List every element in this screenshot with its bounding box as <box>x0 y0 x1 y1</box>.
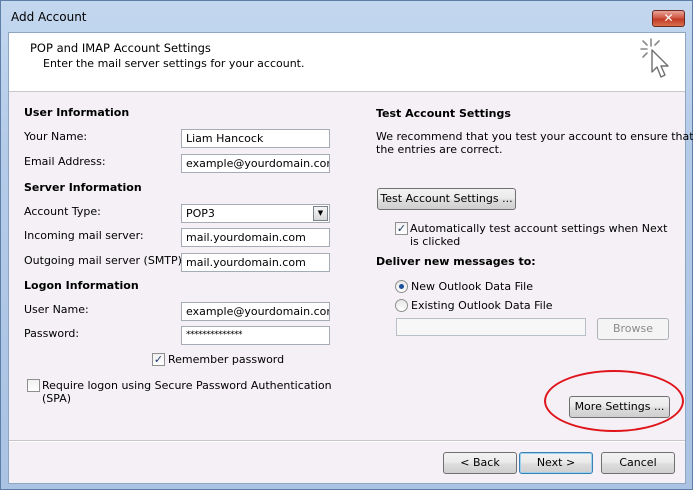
highlight-annotation-oval <box>544 370 684 432</box>
remember-password-checkbox[interactable]: ✓ <box>152 353 165 366</box>
test-settings-heading: Test Account Settings <box>376 107 511 120</box>
user-name-input[interactable]: example@yourdomain.com <box>181 302 330 321</box>
outgoing-server-input[interactable]: mail.yourdomain.com <box>181 253 330 272</box>
email-address-input[interactable]: example@yourdomain.com <box>181 154 330 173</box>
page-title: POP and IMAP Account Settings <box>30 41 211 55</box>
password-input[interactable]: ************** <box>181 326 330 345</box>
incoming-server-label: Incoming mail server: <box>24 229 144 242</box>
auto-test-checkbox[interactable]: ✓ <box>395 222 408 235</box>
spa-label-line1[interactable]: Require logon using Secure Password Auth… <box>42 379 332 392</box>
account-type-select[interactable]: POP3 ▼ <box>181 204 330 223</box>
radio-existing-data-file[interactable] <box>395 299 408 312</box>
outgoing-server-label: Outgoing mail server (SMTP): <box>24 254 186 267</box>
your-name-label: Your Name: <box>24 130 88 143</box>
existing-data-file-label[interactable]: Existing Outlook Data File <box>411 299 553 312</box>
test-settings-desc-line1: We recommend that you test your account … <box>376 130 693 143</box>
account-type-label: Account Type: <box>24 205 101 218</box>
auto-test-label-line2[interactable]: is clicked <box>410 235 460 248</box>
user-name-label: User Name: <box>24 303 89 316</box>
email-address-label: Email Address: <box>24 155 106 168</box>
new-data-file-label[interactable]: New Outlook Data File <box>411 280 533 293</box>
close-button[interactable]: ✕ <box>652 10 685 27</box>
your-name-input[interactable]: Liam Hancock <box>181 129 330 148</box>
remember-password-label[interactable]: Remember password <box>168 353 284 366</box>
spa-checkbox[interactable] <box>27 379 40 392</box>
next-button[interactable]: Next > <box>519 452 593 474</box>
chevron-down-icon[interactable]: ▼ <box>313 206 328 221</box>
window-title: Add Account <box>11 10 87 24</box>
user-info-heading: User Information <box>24 106 130 119</box>
back-button[interactable]: < Back <box>443 452 517 474</box>
radio-new-data-file[interactable] <box>395 280 408 293</box>
spa-label-line2[interactable]: (SPA) <box>42 392 71 405</box>
page-subtitle: Enter the mail server settings for your … <box>43 57 305 70</box>
existing-data-file-path-input[interactable] <box>396 318 586 336</box>
server-info-heading: Server Information <box>24 181 142 194</box>
account-type-value: POP3 <box>186 207 215 220</box>
cursor-sparkle-icon <box>640 38 669 78</box>
password-label: Password: <box>24 327 80 340</box>
test-account-settings-button[interactable]: Test Account Settings ... <box>377 188 516 210</box>
footer-divider <box>9 440 685 442</box>
test-settings-desc-line2: the entries are correct. <box>376 143 503 156</box>
add-account-window: Add Account ✕ POP and IMAP Account Setti… <box>0 0 693 490</box>
dialog-header: POP and IMAP Account Settings Enter the … <box>9 33 685 92</box>
cancel-button[interactable]: Cancel <box>601 452 675 474</box>
browse-button[interactable]: Browse <box>597 318 669 340</box>
auto-test-label-line1[interactable]: Automatically test account settings when… <box>410 222 667 235</box>
deliver-heading: Deliver new messages to: <box>376 255 536 268</box>
title-bar[interactable]: Add Account ✕ <box>1 1 692 35</box>
incoming-server-input[interactable]: mail.yourdomain.com <box>181 228 330 247</box>
close-icon: ✕ <box>663 11 674 25</box>
logon-info-heading: Logon Information <box>24 279 139 292</box>
